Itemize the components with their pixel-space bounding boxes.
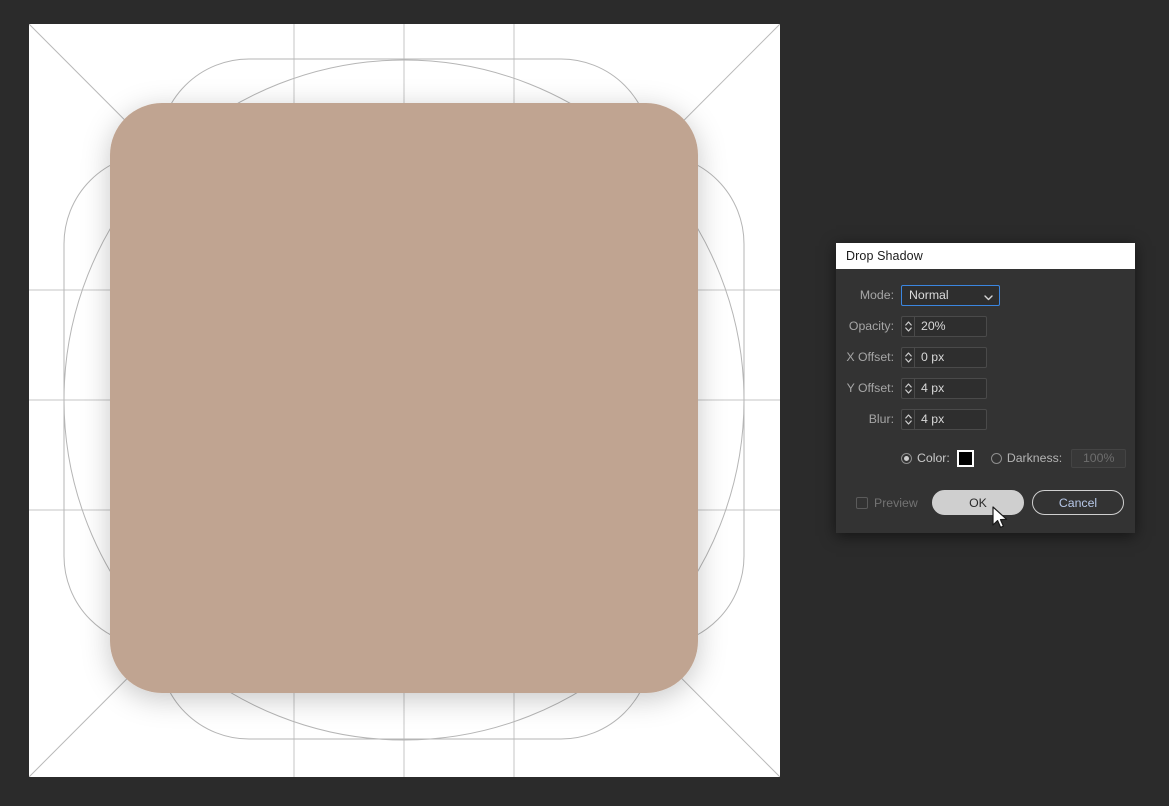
color-label: Color:: [917, 451, 950, 465]
darkness-radio[interactable]: [990, 452, 1002, 464]
ok-button[interactable]: OK: [932, 490, 1024, 515]
artboard-guides-and-shape: [29, 24, 780, 777]
blur-stepper[interactable]: [901, 408, 914, 430]
x-offset-label: X Offset:: [846, 350, 894, 364]
preview-checkbox[interactable]: [856, 496, 868, 509]
y-offset-input[interactable]: 4 px: [914, 377, 987, 399]
color-radio[interactable]: [901, 452, 912, 464]
mode-label: Mode:: [859, 288, 894, 302]
blur-input[interactable]: 4 px: [914, 408, 987, 430]
application-root: Drop Shadow Mode: Normal Opacity: 20% X …: [0, 0, 1169, 806]
preview-checkbox-wrap[interactable]: Preview: [856, 496, 932, 510]
mode-select[interactable]: Normal: [901, 284, 1000, 306]
cancel-button[interactable]: Cancel: [1032, 490, 1124, 515]
opacity-label: Opacity:: [848, 319, 894, 333]
dialog-titlebar[interactable]: Drop Shadow: [836, 243, 1135, 269]
opacity-input[interactable]: 20%: [914, 315, 987, 337]
design-canvas[interactable]: [29, 24, 780, 777]
y-offset-stepper[interactable]: [901, 377, 914, 399]
chevron-down-icon: [983, 290, 994, 301]
x-offset-stepper[interactable]: [901, 346, 914, 368]
opacity-stepper[interactable]: [901, 315, 914, 337]
field-row-mode: Mode: Normal: [836, 283, 1135, 307]
field-row-x-offset: X Offset: 0 px: [836, 345, 1135, 369]
field-row-opacity: Opacity: 20%: [836, 314, 1135, 338]
rounded-square-icon-shape: [110, 103, 698, 693]
dialog-footer: Preview OK Cancel: [836, 490, 1135, 515]
mode-select-value: Normal: [909, 288, 949, 302]
dialog-body: Mode: Normal Opacity: 20% X Offset: 0 px…: [836, 269, 1135, 533]
color-darkness-row: Color: Darkness: 100%: [836, 446, 1135, 470]
y-offset-label: Y Offset:: [846, 381, 894, 395]
drop-shadow-dialog: Drop Shadow Mode: Normal Opacity: 20% X …: [836, 243, 1135, 533]
x-offset-input[interactable]: 0 px: [914, 346, 987, 368]
color-swatch[interactable]: [956, 449, 974, 467]
dialog-title: Drop Shadow: [846, 249, 923, 263]
field-row-y-offset: Y Offset: 4 px: [836, 376, 1135, 400]
preview-label: Preview: [874, 495, 918, 510]
blur-label: Blur:: [868, 412, 894, 426]
darkness-label: Darkness:: [1006, 451, 1063, 465]
darkness-input: 100%: [1071, 448, 1127, 468]
field-row-blur: Blur: 4 px: [836, 407, 1135, 431]
